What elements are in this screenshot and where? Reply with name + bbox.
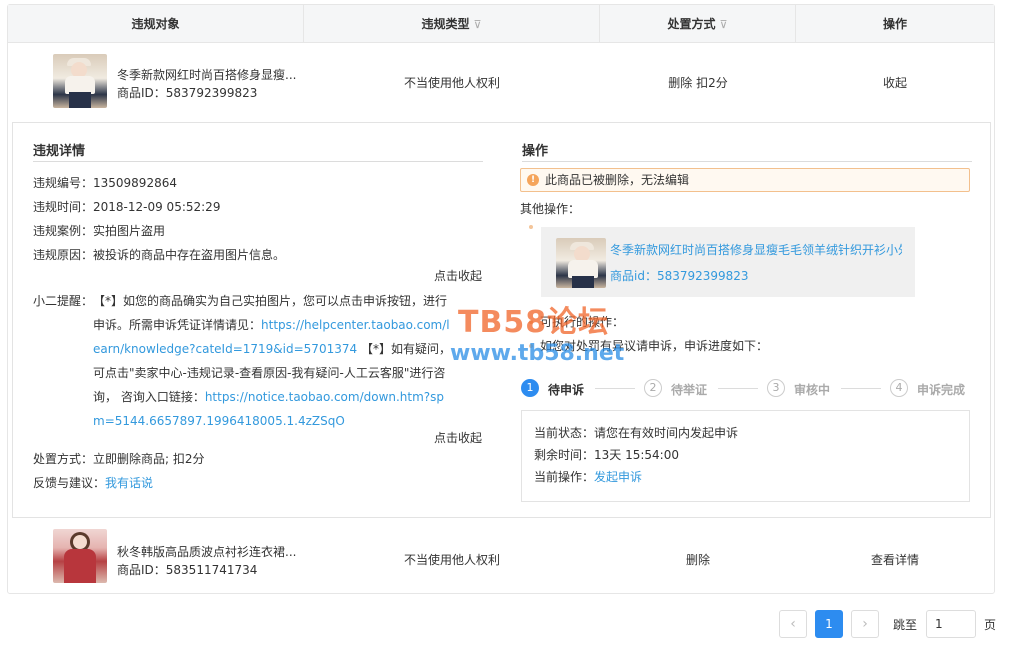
violation-time: 违规时间：2018-12-09 05:52:29 — [33, 200, 221, 214]
handling-method: 删除 — [685, 553, 710, 567]
step-connector — [718, 388, 758, 389]
product-id: 商品ID：583792399823 — [117, 86, 258, 100]
handling-method: 删除 扣2分 — [668, 76, 728, 90]
violation-type: 不当使用他人权利 — [403, 553, 500, 567]
product-thumbnail[interactable] — [53, 54, 107, 108]
bullet-dot — [529, 225, 533, 229]
product-thumbnail[interactable] — [556, 238, 606, 288]
other-operations-label: 其他操作： — [520, 202, 581, 216]
step-1-label: 待申诉 — [548, 383, 585, 397]
tip-body: 【*】如您的商品确实为自己实拍图片，您可以点击申诉按钮，进行申诉。所需申诉凭证详… — [93, 294, 451, 428]
table-header: 违规对象 违规类型 ⊽ 处置方式 ⊽ 操作 — [8, 5, 994, 43]
header-target: 违规对象 — [8, 5, 304, 43]
product-card-id: 商品id：583792399823 — [610, 269, 749, 283]
detail-section-title: 违规详情 — [33, 144, 86, 159]
product-title[interactable]: 冬季新款网红时尚百搭修身显瘦... — [117, 66, 296, 83]
step-3-indicator: 3 — [767, 379, 785, 397]
feedback-link[interactable]: 我有话说 — [105, 476, 153, 490]
jump-label: 跳至 — [893, 618, 918, 632]
page-unit-label: 页 — [984, 618, 997, 632]
step-connector — [595, 388, 635, 389]
table-row: 秋冬韩版高品质波点衬衫连衣裙... 商品ID：583511741734 不当使用… — [8, 519, 994, 595]
tip-label: 小二提醒： — [33, 294, 94, 308]
step-3-label: 审核中 — [794, 383, 831, 397]
violation-type: 不当使用他人权利 — [403, 76, 500, 90]
step-4-indicator: 4 — [890, 379, 908, 397]
view-details-link[interactable]: 查看详情 — [796, 551, 994, 568]
deleted-warning: ! 此商品已被删除，无法编辑 — [520, 168, 970, 192]
product-card-title[interactable]: 冬季新款网红时尚百搭修身显瘦毛毛领羊绒针织开衫小外套 — [610, 241, 902, 258]
violation-case: 违规案例：实拍图片盗用 — [33, 224, 166, 238]
feedback-row: 反馈与建议：我有话说 — [33, 476, 154, 490]
violation-reason: 违规原因：被投诉的商品中存在盗用图片信息。 — [33, 248, 286, 262]
step-2-label: 待举证 — [671, 383, 708, 397]
product-title[interactable]: 秋冬韩版高品质波点衬衫连衣裙... — [117, 543, 296, 560]
collapse-link[interactable]: 点击收起 — [434, 264, 482, 288]
page-1-button[interactable]: 1 — [815, 610, 843, 638]
start-appeal-link[interactable]: 发起申诉 — [594, 470, 642, 484]
step-1-indicator: 1 — [521, 379, 539, 397]
watermark-url: www.tb58.net — [450, 341, 625, 366]
next-page-button[interactable]: › — [851, 610, 879, 638]
table-row: 冬季新款网红时尚百搭修身显瘦... 商品ID：583792399823 不当使用… — [8, 44, 994, 120]
divider — [33, 161, 483, 162]
current-operation: 当前操作：发起申诉 — [534, 470, 643, 484]
operation-section-title: 操作 — [522, 144, 549, 159]
appeal-status-box: 当前状态：请您在有效时间内发起申诉 剩余时间：13天 15:54:00 当前操作… — [521, 410, 970, 502]
filter-icon[interactable]: ⊽ — [473, 6, 481, 44]
product-card[interactable]: 冬季新款网红时尚百搭修身显瘦毛毛领羊绒针织开衫小外套 商品id：58379239… — [541, 227, 915, 297]
filter-icon[interactable]: ⊽ — [719, 6, 727, 44]
divider — [522, 161, 972, 162]
current-status: 当前状态：请您在有效时间内发起申诉 — [534, 426, 739, 440]
warning-icon: ! — [527, 174, 539, 186]
header-action: 操作 — [882, 17, 907, 31]
product-id: 商品ID：583511741734 — [117, 563, 258, 577]
step-4-label: 申诉完成 — [917, 383, 966, 397]
handling-detail: 处置方式：立即删除商品; 扣2分 — [33, 452, 205, 466]
step-connector — [841, 388, 881, 389]
watermark-logo: TB58论坛 — [458, 305, 610, 340]
collapse-link[interactable]: 收起 — [796, 74, 994, 91]
header-handling[interactable]: 处置方式 ⊽ — [600, 5, 796, 43]
collapse-link[interactable]: 点击收起 — [434, 426, 482, 450]
remaining-time: 剩余时间：13天 15:54:00 — [534, 448, 679, 462]
jump-page-input[interactable] — [926, 610, 976, 638]
violation-number: 违规编号：13509892864 — [33, 176, 177, 190]
header-type[interactable]: 违规类型 ⊽ — [304, 5, 600, 43]
prev-page-button[interactable]: ‹ — [779, 610, 807, 638]
product-thumbnail[interactable] — [53, 529, 107, 583]
step-2-indicator: 2 — [644, 379, 662, 397]
